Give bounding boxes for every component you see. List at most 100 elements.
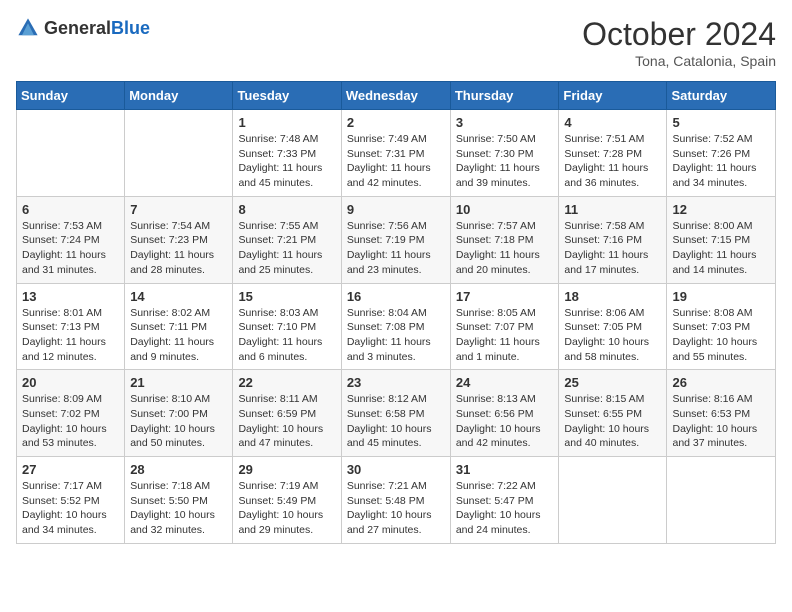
logo-text-blue: Blue <box>111 18 150 38</box>
day-cell: 2 Sunrise: 7:49 AM Sunset: 7:31 PM Daylig… <box>341 110 450 197</box>
day-number: 11 <box>564 202 661 217</box>
day-info: Sunrise: 8:11 AM Sunset: 6:59 PM Dayligh… <box>238 392 335 451</box>
day-info: Sunrise: 8:15 AM Sunset: 6:55 PM Dayligh… <box>564 392 661 451</box>
day-cell: 1Sunrise: 7:48 AM Sunset: 7:33 PM Daylig… <box>233 110 341 197</box>
day-info: Sunrise: 8:10 AM Sunset: 7:00 PM Dayligh… <box>130 392 227 451</box>
calendar-table: SundayMondayTuesdayWednesdayThursdayFrid… <box>16 81 776 544</box>
calendar-body: 1Sunrise: 7:48 AM Sunset: 7:33 PM Daylig… <box>17 110 776 544</box>
day-info: Sunrise: 7:55 AM Sunset: 7:21 PM Dayligh… <box>238 219 335 278</box>
header-day-saturday: Saturday <box>667 82 776 110</box>
location-title: Tona, Catalonia, Spain <box>582 53 776 69</box>
day-cell <box>125 110 233 197</box>
day-cell: 23 Sunrise: 8:12 AM Sunset: 6:58 PM Dayli… <box>341 370 450 457</box>
day-info: Sunrise: 8:06 AM Sunset: 7:05 PM Dayligh… <box>564 306 661 365</box>
day-info: Sunrise: 7:58 AM Sunset: 7:16 PM Dayligh… <box>564 219 661 278</box>
day-info: Sunrise: 8:05 AM Sunset: 7:07 PM Dayligh… <box>456 306 554 365</box>
day-info: Sunrise: 8:04 AM Sunset: 7:08 PM Dayligh… <box>347 306 445 365</box>
day-number: 10 <box>456 202 554 217</box>
week-row-2: 6Sunrise: 7:53 AM Sunset: 7:24 PM Daylig… <box>17 196 776 283</box>
day-number: 5 <box>672 115 770 130</box>
day-cell: 16Sunrise: 8:04 AM Sunset: 7:08 PM Dayli… <box>341 283 450 370</box>
day-cell: 4 Sunrise: 7:51 AM Sunset: 7:28 PM Daylig… <box>559 110 667 197</box>
day-number: 13 <box>22 289 119 304</box>
day-info: Sunrise: 8:16 AM Sunset: 6:53 PM Dayligh… <box>672 392 770 451</box>
day-number: 15 <box>238 289 335 304</box>
day-info: Sunrise: 7:18 AM Sunset: 5:50 PM Dayligh… <box>130 479 227 538</box>
header-day-sunday: Sunday <box>17 82 125 110</box>
month-title: October 2024 <box>582 16 776 53</box>
day-number: 29 <box>238 462 335 477</box>
header-day-friday: Friday <box>559 82 667 110</box>
day-number: 7 <box>130 202 227 217</box>
day-cell: 20 Sunrise: 8:09 AM Sunset: 7:02 PM Dayli… <box>17 370 125 457</box>
day-cell: 18 Sunrise: 8:06 AM Sunset: 7:05 PM Dayli… <box>559 283 667 370</box>
day-number: 17 <box>456 289 554 304</box>
day-cell: 28 Sunrise: 7:18 AM Sunset: 5:50 PM Dayli… <box>125 457 233 544</box>
day-cell: 5Sunrise: 7:52 AM Sunset: 7:26 PM Daylig… <box>667 110 776 197</box>
day-cell: 6Sunrise: 7:53 AM Sunset: 7:24 PM Daylig… <box>17 196 125 283</box>
day-cell: 30 Sunrise: 7:21 AM Sunset: 5:48 PM Dayli… <box>341 457 450 544</box>
day-number: 4 <box>564 115 661 130</box>
day-cell: 15 Sunrise: 8:03 AM Sunset: 7:10 PM Dayli… <box>233 283 341 370</box>
day-number: 18 <box>564 289 661 304</box>
day-number: 27 <box>22 462 119 477</box>
day-number: 3 <box>456 115 554 130</box>
logo-text-general: General <box>44 18 111 38</box>
day-cell: 25 Sunrise: 8:15 AM Sunset: 6:55 PM Dayli… <box>559 370 667 457</box>
day-cell: 8Sunrise: 7:55 AM Sunset: 7:21 PM Daylig… <box>233 196 341 283</box>
day-info: Sunrise: 7:49 AM Sunset: 7:31 PM Dayligh… <box>347 132 445 191</box>
day-info: Sunrise: 7:50 AM Sunset: 7:30 PM Dayligh… <box>456 132 554 191</box>
day-info: Sunrise: 8:09 AM Sunset: 7:02 PM Dayligh… <box>22 392 119 451</box>
week-row-1: 1Sunrise: 7:48 AM Sunset: 7:33 PM Daylig… <box>17 110 776 197</box>
day-cell: 11 Sunrise: 7:58 AM Sunset: 7:16 PM Dayli… <box>559 196 667 283</box>
day-info: Sunrise: 7:21 AM Sunset: 5:48 PM Dayligh… <box>347 479 445 538</box>
day-info: Sunrise: 7:57 AM Sunset: 7:18 PM Dayligh… <box>456 219 554 278</box>
header-row: SundayMondayTuesdayWednesdayThursdayFrid… <box>17 82 776 110</box>
day-info: Sunrise: 7:53 AM Sunset: 7:24 PM Dayligh… <box>22 219 119 278</box>
day-number: 24 <box>456 375 554 390</box>
day-number: 23 <box>347 375 445 390</box>
day-info: Sunrise: 7:54 AM Sunset: 7:23 PM Dayligh… <box>130 219 227 278</box>
header-day-thursday: Thursday <box>450 82 559 110</box>
day-cell <box>17 110 125 197</box>
calendar-header: SundayMondayTuesdayWednesdayThursdayFrid… <box>17 82 776 110</box>
header-day-tuesday: Tuesday <box>233 82 341 110</box>
day-cell: 7 Sunrise: 7:54 AM Sunset: 7:23 PM Daylig… <box>125 196 233 283</box>
day-cell: 29 Sunrise: 7:19 AM Sunset: 5:49 PM Dayli… <box>233 457 341 544</box>
day-cell: 21 Sunrise: 8:10 AM Sunset: 7:00 PM Dayli… <box>125 370 233 457</box>
day-info: Sunrise: 8:00 AM Sunset: 7:15 PM Dayligh… <box>672 219 770 278</box>
logo: GeneralBlue <box>16 16 150 40</box>
day-number: 22 <box>238 375 335 390</box>
day-cell <box>667 457 776 544</box>
day-number: 26 <box>672 375 770 390</box>
day-info: Sunrise: 7:51 AM Sunset: 7:28 PM Dayligh… <box>564 132 661 191</box>
week-row-3: 13 Sunrise: 8:01 AM Sunset: 7:13 PM Dayli… <box>17 283 776 370</box>
week-row-4: 20 Sunrise: 8:09 AM Sunset: 7:02 PM Dayli… <box>17 370 776 457</box>
day-info: Sunrise: 7:19 AM Sunset: 5:49 PM Dayligh… <box>238 479 335 538</box>
day-info: Sunrise: 8:01 AM Sunset: 7:13 PM Dayligh… <box>22 306 119 365</box>
day-number: 20 <box>22 375 119 390</box>
day-number: 19 <box>672 289 770 304</box>
day-info: Sunrise: 7:56 AM Sunset: 7:19 PM Dayligh… <box>347 219 445 278</box>
day-cell: 19 Sunrise: 8:08 AM Sunset: 7:03 PM Dayli… <box>667 283 776 370</box>
title-block: October 2024 Tona, Catalonia, Spain <box>582 16 776 69</box>
day-info: Sunrise: 8:08 AM Sunset: 7:03 PM Dayligh… <box>672 306 770 365</box>
day-number: 1 <box>238 115 335 130</box>
day-number: 28 <box>130 462 227 477</box>
header-day-wednesday: Wednesday <box>341 82 450 110</box>
day-cell <box>559 457 667 544</box>
day-cell: 17 Sunrise: 8:05 AM Sunset: 7:07 PM Dayli… <box>450 283 559 370</box>
day-cell: 24Sunrise: 8:13 AM Sunset: 6:56 PM Dayli… <box>450 370 559 457</box>
day-info: Sunrise: 8:03 AM Sunset: 7:10 PM Dayligh… <box>238 306 335 365</box>
day-cell: 10 Sunrise: 7:57 AM Sunset: 7:18 PM Dayli… <box>450 196 559 283</box>
page-header: GeneralBlue October 2024 Tona, Catalonia… <box>16 16 776 69</box>
day-cell: 3 Sunrise: 7:50 AM Sunset: 7:30 PM Daylig… <box>450 110 559 197</box>
day-number: 2 <box>347 115 445 130</box>
day-number: 25 <box>564 375 661 390</box>
day-number: 30 <box>347 462 445 477</box>
day-info: Sunrise: 8:12 AM Sunset: 6:58 PM Dayligh… <box>347 392 445 451</box>
day-number: 21 <box>130 375 227 390</box>
day-number: 14 <box>130 289 227 304</box>
day-number: 31 <box>456 462 554 477</box>
day-cell: 13 Sunrise: 8:01 AM Sunset: 7:13 PM Dayli… <box>17 283 125 370</box>
